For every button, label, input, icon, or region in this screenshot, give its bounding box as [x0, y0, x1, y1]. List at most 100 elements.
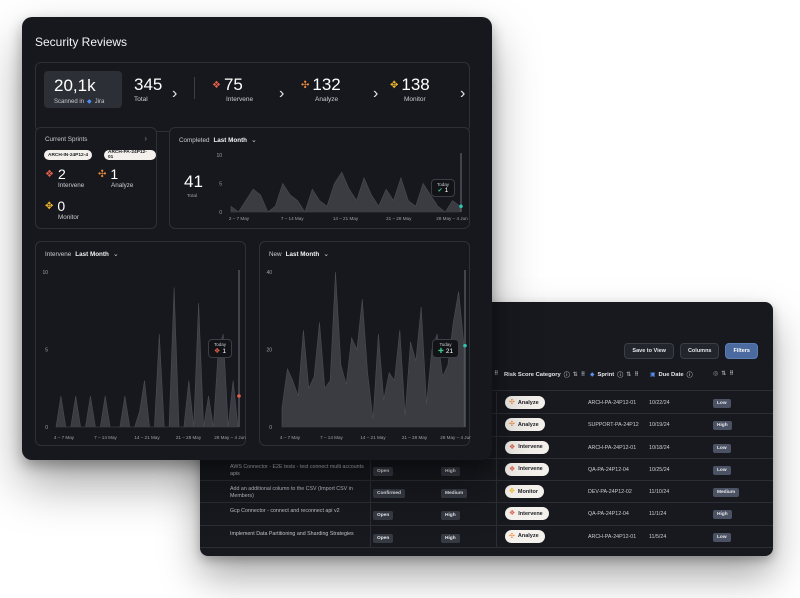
sprint-analyze-label: Analyze	[111, 182, 134, 189]
x-tick-label: 7 – 14 May	[94, 435, 117, 440]
risk-category-pill[interactable]: ❖ Intervene	[505, 507, 549, 521]
save-to-view-button[interactable]: Save to View	[624, 343, 674, 359]
task-title[interactable]: Implement Data Partitioning and Sharding…	[230, 531, 368, 538]
sprint-tag[interactable]: ARCH-IN-24P12-4	[44, 150, 92, 160]
check-icon: ✔	[437, 188, 443, 194]
status-badge: Open	[373, 533, 394, 543]
x-tick-label: 2 – 7 May	[229, 216, 250, 221]
severity-badge: High	[441, 466, 460, 476]
risk-category-pill[interactable]: ❖ Intervene	[505, 462, 549, 476]
due-date-value: 10/22/24	[649, 400, 670, 406]
column-divider	[370, 503, 371, 525]
y-tick-label: 10	[42, 270, 48, 276]
diamond-red-icon: ❖	[509, 465, 516, 473]
diamond-red-icon: ❖	[509, 510, 516, 518]
sort-icon[interactable]: ⇅	[721, 370, 726, 377]
column-divider	[496, 458, 497, 481]
total-value: 345	[134, 75, 163, 94]
sprint-header-label: Sprint	[597, 371, 615, 378]
status-badge: Confirmed	[373, 489, 405, 499]
due-date-value: 10/19/24	[649, 422, 670, 429]
monitor-label: Monitor	[404, 96, 426, 103]
risk-category-label: Analyze	[517, 399, 539, 406]
x-tick-label: 14 – 21 May	[360, 435, 386, 440]
x-tick-label: 21 – 28 May	[176, 435, 202, 440]
current-sprints-label: Current Sprints	[45, 136, 88, 143]
column-header-priority[interactable]: ◎ ⇅ ⠿	[713, 370, 734, 377]
sprint-value: DEV-PA-24P12-02	[588, 489, 632, 496]
monitor-value: 138	[401, 75, 430, 94]
sprint-intervene-stat[interactable]: ❖ 2 Intervene	[45, 166, 84, 189]
cross-yellow-icon: ✥	[509, 488, 515, 496]
monitor-stat[interactable]: ✥ 138 Monitor	[390, 75, 430, 103]
cross-yellow-icon: ✥	[45, 200, 54, 212]
sprint-intervene-label: Intervene	[58, 182, 85, 189]
new-chart-card: New Last Month ⌄ 0 20 40 4 – 7 May 7 – 14 Ma…	[259, 241, 471, 446]
priority-icon: ◎	[713, 371, 719, 377]
table-row[interactable]: Gcp Connector - connect and reconnect ap…	[200, 503, 773, 526]
status-badge: Open	[373, 511, 394, 521]
diamond-red-icon: ❖	[509, 443, 516, 451]
column-divider	[496, 414, 497, 436]
columns-button[interactable]: Columns	[679, 343, 720, 359]
sprint-monitor-stat[interactable]: ✥ 0 Monitor	[45, 198, 79, 221]
risk-category-pill[interactable]: ❖ Intervene	[505, 440, 549, 454]
total-stat[interactable]: 345 Total	[134, 75, 162, 103]
sprint-value: ARCH-PA-24P12-01	[588, 533, 637, 540]
drag-handle-icon: ⠿	[580, 372, 586, 378]
info-icon: ⓘ	[617, 373, 624, 379]
sprint-icon: ◆	[590, 371, 595, 378]
chevron-right-icon[interactable]: ›	[460, 85, 465, 103]
filters-button[interactable]: Filters	[725, 343, 758, 359]
risk-category-label: Intervene	[518, 444, 543, 451]
severity-badge: Medium	[441, 489, 468, 499]
analyze-value: 132	[312, 75, 341, 94]
table-row[interactable]: Implement Data Partitioning and Sharding…	[200, 525, 773, 549]
header-drag-handle[interactable]: ⠿	[494, 370, 499, 377]
column-divider	[370, 525, 371, 548]
sprint-analyze-stat[interactable]: ✣ 1 Analyze	[98, 166, 133, 189]
jira-icon: ◆	[87, 99, 92, 105]
chart-tooltip: Today ❖ 1	[208, 339, 233, 358]
task-title[interactable]: Gcp Connector - connect and reconnect ap…	[230, 508, 368, 515]
info-icon: ⓘ	[686, 373, 693, 379]
page-title: Security Reviews	[35, 35, 128, 49]
risk-category-pill[interactable]: ✣ Analyze	[505, 418, 545, 432]
scanned-card[interactable]: 20,1k Scanned in ◆ Jira	[44, 71, 122, 108]
risk-category-pill[interactable]: ✣ Analyze	[505, 529, 545, 543]
intervene-stat[interactable]: ❖ 75 Intervene	[212, 75, 253, 103]
x-tick-label: 28 May – 4 Jun	[436, 216, 468, 221]
x-tick-label: 7 – 14 May	[281, 216, 304, 221]
column-divider	[496, 525, 497, 548]
due-date-value: 10/18/24	[649, 444, 670, 451]
chevron-right-icon[interactable]: ›	[172, 85, 177, 103]
table-row[interactable]: Add an additional column to the CSV (Imp…	[200, 481, 773, 504]
task-title[interactable]: Add an additional column to the CSV (Imp…	[230, 486, 368, 500]
risk-category-label: Intervene	[518, 466, 543, 473]
analyze-stat[interactable]: ✣ 132 Analyze	[301, 75, 341, 103]
column-header-risk[interactable]: Risk Score Category ⓘ ⇅ ⠿	[504, 370, 586, 380]
chart-tooltip: Today ✚ 21	[432, 339, 460, 358]
chevron-right-icon[interactable]: ›	[373, 85, 378, 103]
x-tick-label: 4 – 7 May	[280, 435, 301, 440]
sort-icon[interactable]: ⇅	[573, 371, 578, 378]
sprint-intervene-value: 2	[57, 166, 66, 182]
sort-icon[interactable]: ⇅	[626, 371, 631, 378]
chevron-right-icon[interactable]: ›	[279, 85, 284, 103]
column-header-due[interactable]: ▣ Due Date ⓘ	[650, 370, 693, 380]
severity-badge: High	[441, 511, 460, 521]
task-title[interactable]: AWS Connector - E2E tests - test connect…	[230, 464, 368, 478]
due-date-value: 10/25/24	[649, 466, 670, 473]
risk-category-label: Monitor	[517, 488, 539, 495]
x-tick-label: 21 – 28 May	[386, 216, 412, 221]
sprint-tag[interactable]: ARCH-PA-24P12-01	[104, 150, 156, 160]
chevron-right-icon[interactable]: ›	[144, 134, 147, 143]
column-header-sprint[interactable]: ◆ Sprint ⓘ ⇅ ⠿	[590, 370, 639, 380]
info-icon: ⓘ	[563, 373, 570, 379]
column-divider	[496, 481, 497, 503]
cross-yellow-icon: ✥	[390, 79, 399, 91]
risk-category-pill[interactable]: ✣ Analyze	[505, 396, 545, 409]
risk-category-pill[interactable]: ✥ Monitor	[505, 485, 545, 499]
table-row[interactable]: AWS Connector - E2E tests - test connect…	[200, 458, 773, 482]
summary-stats: 20,1k Scanned in ◆ Jira 345 Total › ❖ 75 …	[35, 62, 470, 132]
